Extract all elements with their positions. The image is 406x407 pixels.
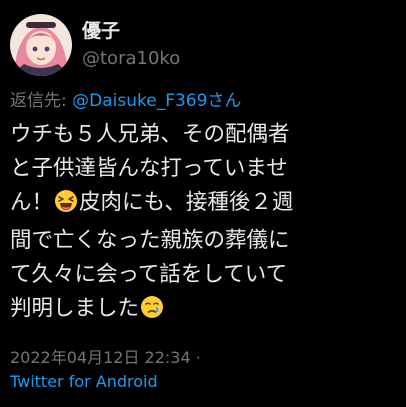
tweet-text: ウチも５人兄弟、その配偶者 と子供達皆んな打っていませ ん！ 皮肉にも、接種後２… [10,118,402,330]
separator-dot: · [195,348,201,367]
source-app-link[interactable]: Twitter for Android [10,372,158,391]
avatar[interactable] [10,14,72,76]
reply-context: 返信先: @Daisuke_F369さん [10,86,241,111]
laughing-emoji-icon [54,189,78,224]
avatar-image [10,14,72,76]
tweet-text-line: 判明しました [10,292,402,330]
tweet-text-line: と子供達皆んな打っていませ [10,156,288,181]
tweet-text-line: 間で亡くなった親族の葬儀に [10,228,290,253]
tweet-text-fragment: 判明しました [10,296,140,321]
crying-emoji-icon [140,295,164,330]
reply-label: 返信先: [10,91,67,111]
tweet-text-line: て久々に会って話をしていて [10,262,288,287]
tweet-text-line: ウチも５人兄弟、その配偶者 [10,122,290,147]
reply-target-link[interactable]: @Daisuke_F369さん [72,91,241,111]
timestamp[interactable]: 2022年04月12日 22:34 [10,348,191,367]
tweet-metadata: 2022年04月12日 22:34 · [10,344,201,368]
tweet-text-fragment: 皮肉にも、接種後２週 [79,190,294,215]
user-handle[interactable]: @tora10ko [82,48,180,69]
tweet-text-fragment: ん！ [10,190,54,215]
tweet-text-line: ん！ 皮肉にも、接種後２週 [10,186,402,224]
display-name[interactable]: 優子 [82,16,120,43]
